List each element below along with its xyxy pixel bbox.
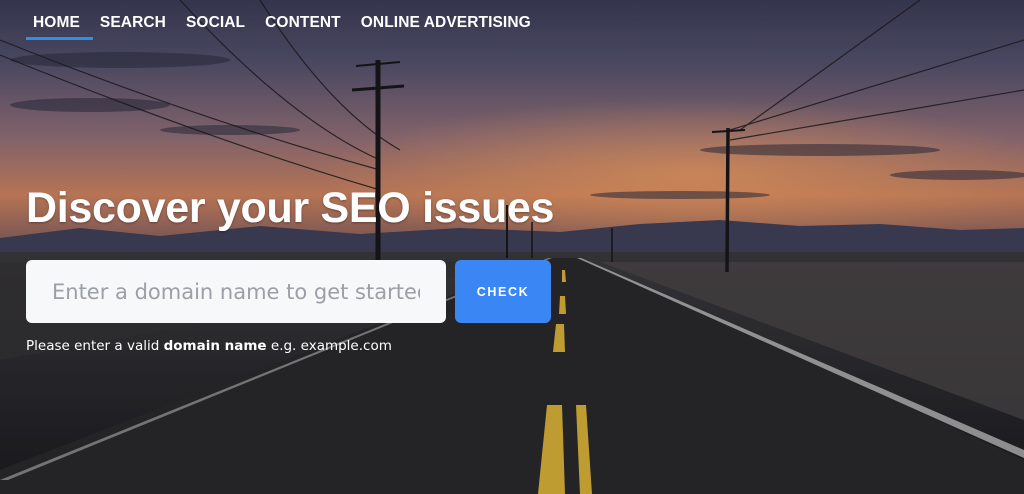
road-sunset-illustration bbox=[0, 0, 1024, 494]
hero-background bbox=[0, 0, 1024, 494]
check-button[interactable]: CHECK bbox=[455, 260, 551, 323]
nav-item-online-advertising[interactable]: ONLINE ADVERTISING bbox=[354, 0, 544, 44]
validation-hint: Please enter a valid domain name e.g. ex… bbox=[26, 338, 392, 354]
nav-item-content[interactable]: CONTENT bbox=[258, 0, 354, 44]
nav-item-search[interactable]: SEARCH bbox=[93, 0, 179, 44]
domain-search-form: CHECK bbox=[26, 260, 551, 323]
main-nav: HOME SEARCH SOCIAL CONTENT ONLINE ADVERT… bbox=[26, 0, 544, 44]
page-title: Discover your SEO issues bbox=[26, 184, 555, 232]
hint-prefix: Please enter a valid bbox=[26, 338, 164, 354]
nav-item-home[interactable]: HOME bbox=[26, 0, 93, 44]
domain-input[interactable] bbox=[26, 260, 446, 323]
nav-item-social[interactable]: SOCIAL bbox=[179, 0, 258, 44]
hint-suffix: e.g. example.com bbox=[266, 338, 392, 354]
hint-emphasis: domain name bbox=[163, 338, 267, 354]
